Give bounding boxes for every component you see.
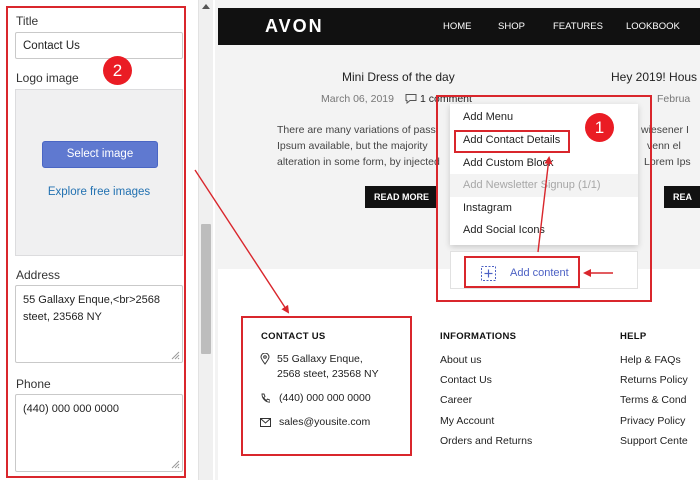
post-excerpt: There are many variations of pass Ipsum … (277, 122, 440, 170)
site-header: AVON HOME SHOP FEATURES LOOKBOOK (218, 8, 700, 45)
read-more-button[interactable]: REA (664, 186, 700, 208)
nav-shop[interactable]: SHOP (498, 21, 525, 32)
footer-link[interactable]: About us (440, 354, 481, 366)
footer-link[interactable]: Support Cente (620, 435, 688, 447)
footer-link[interactable]: My Account (440, 415, 494, 427)
nav-home[interactable]: HOME (443, 21, 472, 32)
footer-help-heading: HELP (620, 331, 647, 342)
footer-link[interactable]: Help & FAQs (620, 354, 681, 366)
scroll-up-arrow-icon[interactable] (202, 4, 210, 9)
step-2-badge: 2 (103, 56, 132, 85)
post-title[interactable]: Mini Dress of the day (342, 70, 455, 84)
menu-annotation-frame (436, 95, 652, 302)
footer-link[interactable]: Contact Us (440, 374, 492, 386)
site-logo[interactable]: AVON (265, 16, 324, 37)
post-date: March 06, 2019 (321, 93, 394, 105)
footer-link[interactable]: Orders and Returns (440, 435, 532, 447)
nav-features[interactable]: FEATURES (553, 21, 603, 32)
footer-informations-heading: INFORMATIONS (440, 331, 517, 342)
settings-panel: Title Contact Us Logo image Select image… (0, 0, 198, 480)
footer-link[interactable]: Career (440, 394, 472, 406)
read-more-button[interactable]: READ MORE (365, 186, 439, 208)
comment-icon (405, 94, 417, 104)
excerpt-line: Ipsum available, but the majority (277, 140, 428, 152)
footer-contact-annotation-frame (241, 316, 412, 456)
post-title[interactable]: Hey 2019! Hous (611, 70, 697, 84)
panel-annotation-frame (6, 6, 186, 478)
footer-link[interactable]: Returns Policy (620, 374, 688, 386)
nav-lookbook[interactable]: LOOKBOOK (626, 21, 680, 32)
post-date: Februa (657, 93, 691, 105)
panel-scrollbar[interactable] (198, 0, 213, 480)
footer-link[interactable]: Terms & Cond (620, 394, 687, 406)
scroll-thumb[interactable] (201, 224, 211, 354)
step-1-badge: 1 (585, 113, 614, 142)
footer-link[interactable]: Privacy Policy (620, 415, 685, 427)
excerpt-line: alteration in some form, by injected (277, 156, 440, 168)
excerpt-line: There are many variations of pass (277, 124, 436, 136)
